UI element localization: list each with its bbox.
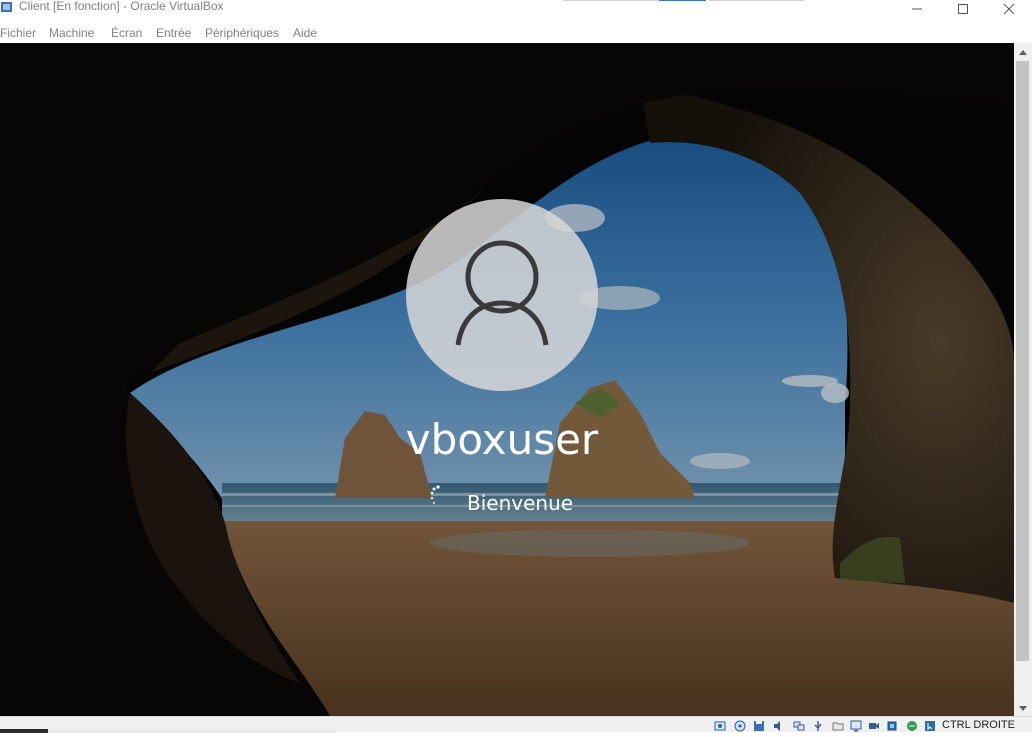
floppy-icon[interactable] [753, 719, 765, 731]
usb-icon[interactable] [812, 719, 824, 731]
minimize-button[interactable] [894, 0, 940, 22]
title-hint-bar-active [659, 0, 706, 1]
close-icon [1003, 2, 1015, 20]
menu-machine[interactable]: Machine [49, 26, 94, 40]
shared-folders-icon[interactable] [832, 719, 844, 731]
title-bar[interactable]: Client [En fonction] - Oracle VirtualBox [0, 0, 1032, 22]
menu-bar: Fichier Machine Écran Entrée Périphériqu… [0, 22, 1032, 43]
recording-icon[interactable] [868, 719, 880, 731]
menu-aide[interactable]: Aide [293, 26, 317, 40]
user-avatar [406, 199, 598, 391]
login-username: vboxuser [405, 415, 599, 464]
menu-entree[interactable]: Entrée [156, 26, 191, 40]
login-status-text: Bienvenue [467, 491, 574, 515]
virtualbox-app-icon [0, 0, 14, 14]
maximize-icon [957, 2, 969, 20]
vm-display[interactable]: vboxuser Bienvenue [0, 43, 1014, 716]
title-hint-bar [709, 0, 804, 1]
window-title: Client [En fonction] - Oracle VirtualBox [19, 0, 224, 13]
title-hint-bar [563, 0, 658, 1]
scroll-down-button[interactable] [1014, 700, 1032, 716]
status-bar: CTRL DROITE [0, 716, 1032, 733]
cpu-icon[interactable] [886, 719, 898, 731]
loading-spinner-icon [426, 484, 446, 506]
menu-ecran[interactable]: Écran [111, 26, 142, 40]
maximize-button[interactable] [940, 0, 986, 22]
host-key-label: CTRL DROITE [942, 719, 1015, 731]
hard-disk-icon[interactable] [714, 719, 726, 731]
close-button[interactable] [986, 0, 1032, 22]
vertical-scrollbar[interactable] [1014, 43, 1032, 716]
keyboard-capture-icon[interactable] [906, 719, 918, 731]
chevron-down-icon [1019, 699, 1027, 717]
network-icon[interactable] [793, 719, 805, 731]
menu-peripheriques[interactable]: Périphériques [205, 26, 279, 40]
horizontal-scrollbar-thumb[interactable] [48, 729, 336, 733]
scroll-up-button[interactable] [1014, 43, 1032, 59]
mouse-integration-icon[interactable] [924, 719, 936, 731]
chevron-up-icon [1019, 42, 1027, 60]
menu-fichier[interactable]: Fichier [0, 26, 36, 40]
scrollbar-thumb[interactable] [1016, 61, 1029, 661]
minimize-icon [911, 2, 923, 20]
display-icon[interactable] [850, 719, 862, 732]
audio-icon[interactable] [773, 719, 785, 731]
optical-drive-icon[interactable] [734, 719, 746, 732]
